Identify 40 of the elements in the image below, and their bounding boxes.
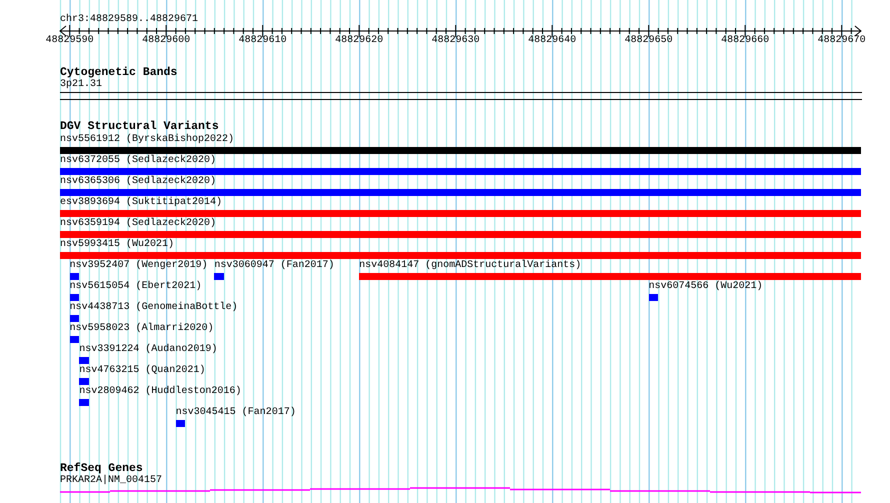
variant-label[interactable]: nsv6074566 (Wu2021): [648, 281, 763, 293]
band-label: 3p21.31: [60, 79, 102, 91]
variant-label[interactable]: esv3893694 (Suktitipat2014): [60, 197, 222, 209]
variant-bar[interactable]: [70, 273, 80, 280]
variant-label[interactable]: nsv6372055 (Sedlazeck2020): [60, 155, 216, 167]
tick-label: 48829650: [624, 35, 674, 46]
variant-label[interactable]: nsv3391224 (Audano2019): [79, 344, 218, 356]
variant-label[interactable]: nsv6365306 (Sedlazeck2020): [60, 176, 216, 188]
variant-label[interactable]: nsv3060947 (Fan2017): [214, 260, 334, 272]
gene-line[interactable]: [59, 487, 862, 494]
variant-bar[interactable]: [214, 273, 224, 280]
variant-label[interactable]: nsv5561912 (ByrskaBishop2022): [60, 134, 234, 146]
variant-label[interactable]: nsv6359194 (Sedlazeck2020): [60, 218, 216, 230]
track-title: RefSeq Genes: [60, 462, 143, 475]
position-label: chr3:48829589..48829671: [60, 14, 198, 25]
variant-label[interactable]: nsv4438713 (GenomeinaBottle): [70, 302, 238, 314]
tick-label: 48829590: [44, 35, 95, 46]
tick-label: 48829660: [720, 35, 770, 46]
variant-label[interactable]: nsv5615054 (Ebert2021): [70, 281, 202, 293]
variant-bar[interactable]: [70, 336, 80, 343]
variant-label[interactable]: nsv2809462 (Huddleston2016): [79, 386, 242, 398]
variant-label[interactable]: nsv3045415 (Fan2017): [176, 407, 296, 419]
variant-bar[interactable]: [648, 294, 658, 301]
tick-label: 48829670: [816, 35, 867, 46]
tick-label: 48829600: [141, 35, 192, 46]
variant-label[interactable]: nsv4084147 (gnomADStructuralVariants): [359, 260, 582, 272]
gene-label[interactable]: PRKAR2A|NM_004157: [60, 475, 162, 487]
tick-label: 48829640: [527, 35, 578, 46]
tick-label: 48829620: [334, 35, 384, 46]
variant-label[interactable]: nsv4763215 (Quan2021): [79, 365, 206, 377]
tick-label: 48829630: [430, 35, 481, 46]
variant-bar[interactable]: [70, 315, 80, 322]
track-title: Cytogenetic Bands: [60, 66, 178, 79]
variant-label[interactable]: nsv3952407 (Wenger2019): [70, 260, 208, 272]
variant-label[interactable]: nsv5958023 (Almarri2020): [70, 323, 214, 335]
variant-label[interactable]: nsv5993415 (Wu2021): [60, 239, 174, 251]
variant-bar[interactable]: [176, 420, 186, 427]
variant-bar[interactable]: [70, 294, 80, 301]
tick-label: 48829610: [238, 35, 288, 46]
track-title: DGV Structural Variants: [60, 120, 219, 133]
